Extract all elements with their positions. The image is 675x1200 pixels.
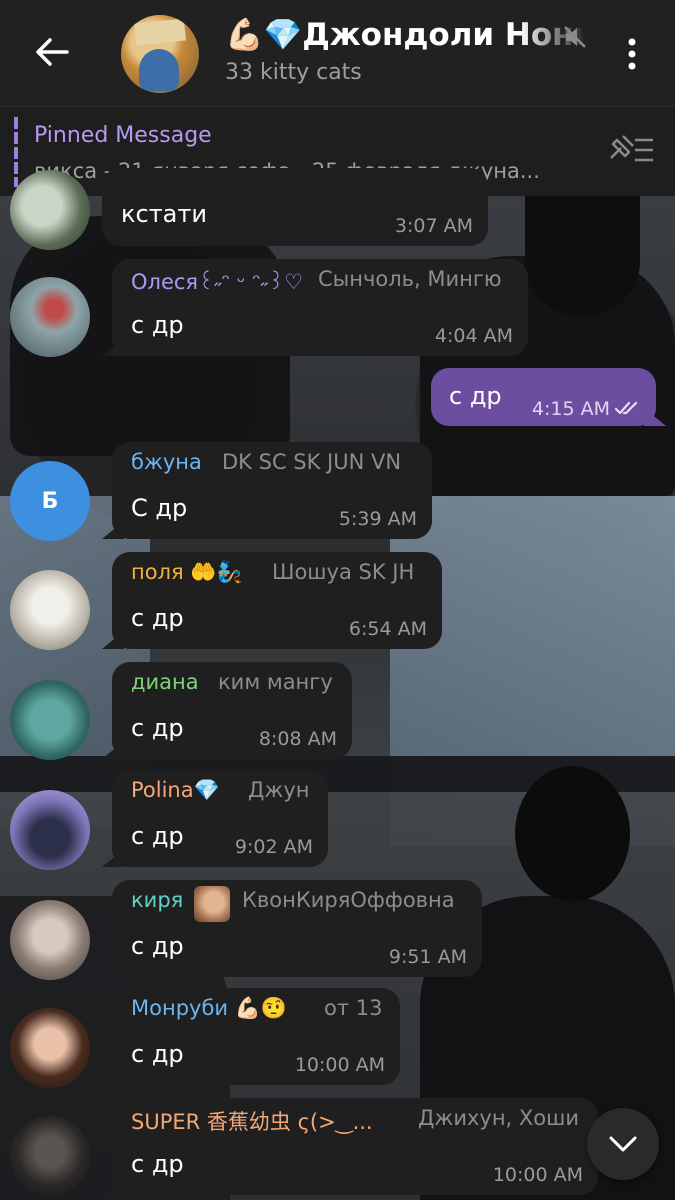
message-bubble[interactable]: SUPER 香蕉幼虫 ς(>‿... Джихун, Хоши с др 10:…	[102, 1098, 598, 1195]
chat-header: 💪🏻💎Джондоли Нони 33 kitty cats	[0, 0, 675, 106]
chevron-down-icon	[609, 1136, 637, 1152]
sender-rank: Сынчоль, Мингю	[318, 267, 502, 291]
more-vertical-icon	[628, 38, 636, 70]
pinned-label: Pinned Message	[34, 123, 212, 148]
message-text: с др	[131, 1150, 184, 1178]
sender-name[interactable]: бжуна	[131, 450, 202, 474]
message-bubble[interactable]: киря КвонКиряОффовна с др 9:51 AM	[102, 880, 482, 977]
sender-name[interactable]: Олеся꒰˶ᵔ ᵕ ᵔ˶꒱♡	[131, 267, 303, 295]
chat-title[interactable]: 💪🏻💎Джондоли Нони	[225, 16, 585, 58]
more-menu-button[interactable]	[612, 30, 652, 78]
sender-avatar[interactable]	[10, 170, 90, 250]
message-time: 10:00 AM	[492, 1164, 583, 1186]
message-text: с др	[449, 382, 502, 410]
sender-rank: от 13	[324, 996, 383, 1020]
scroll-to-bottom-button[interactable]	[587, 1108, 659, 1180]
sender-name[interactable]: киря	[131, 888, 183, 912]
message-time: 5:39 AM	[338, 508, 417, 530]
message-time: 9:02 AM	[234, 836, 313, 858]
member-count: 33 kitty cats	[225, 60, 362, 85]
sender-rank: Джун	[248, 778, 310, 802]
sticker-icon	[194, 886, 230, 922]
message-time: 6:54 AM	[348, 618, 427, 640]
message-bubble[interactable]: Монруби 💪🏻🤨 от 13 с др 10:00 AM	[102, 988, 400, 1085]
sender-name[interactable]: поля 🤲🧞	[131, 560, 243, 585]
arrow-left-icon	[36, 38, 69, 66]
sender-name[interactable]: Монруби 💪🏻🤨	[131, 996, 287, 1021]
sender-name[interactable]: SUPER 香蕉幼虫 ς(>‿...	[131, 1106, 373, 1136]
message-time: 4:04 AM	[434, 325, 513, 347]
message-text: с др	[131, 1040, 184, 1068]
message-time: 4:15 AM	[531, 398, 610, 420]
sender-avatar[interactable]	[10, 1116, 90, 1196]
sender-rank: DK SC SK JUN VN	[222, 450, 402, 474]
message-time: 9:51 AM	[388, 946, 467, 968]
message-text: с др	[131, 822, 184, 850]
sender-avatar[interactable]: Б	[10, 461, 90, 541]
sender-name[interactable]: Polina💎	[131, 778, 220, 803]
avatar-letter: Б	[41, 488, 59, 514]
message-bubble[interactable]: диана ким мангу с др 8:08 AM	[102, 662, 352, 759]
sender-rank: ким мангу	[218, 670, 333, 694]
mute-icon	[564, 26, 586, 48]
sender-avatar[interactable]	[10, 900, 90, 980]
sender-avatar[interactable]	[10, 680, 90, 760]
message-text: кстати	[121, 200, 207, 228]
pinned-list-icon[interactable]	[605, 128, 657, 172]
message-text: с др	[131, 604, 184, 632]
sender-name[interactable]: диана	[131, 670, 199, 694]
sender-avatar[interactable]	[10, 570, 90, 650]
sender-rank: КвонКиряОффовна	[242, 888, 455, 912]
message-text: с др	[131, 932, 184, 960]
sender-avatar[interactable]	[10, 790, 90, 870]
message-bubble[interactable]: кстати 3:07 AM	[102, 168, 488, 246]
message-bubble[interactable]: Олеся꒰˶ᵔ ᵕ ᵔ˶꒱♡ Сынчоль, Мингю с др 4:04…	[102, 259, 528, 356]
message-bubble[interactable]: поля 🤲🧞 Шошуа SK JH с др 6:54 AM	[102, 552, 442, 649]
sender-rank: Джихун, Хоши	[418, 1106, 580, 1130]
pinned-indicator	[14, 117, 18, 187]
message-bubble[interactable]: Polina💎 Джун с др 9:02 AM	[102, 770, 328, 867]
sender-avatar[interactable]	[10, 277, 90, 357]
back-button[interactable]	[28, 28, 76, 76]
read-checkmarks-icon	[614, 401, 638, 415]
message-text: с др	[131, 311, 184, 339]
sender-avatar[interactable]	[10, 1008, 90, 1088]
outgoing-message-bubble[interactable]: с др 4:15 AM	[431, 368, 666, 426]
message-time: 10:00 AM	[294, 1054, 385, 1076]
message-bubble[interactable]: бжуна DK SC SK JUN VN С др 5:39 AM	[102, 442, 432, 539]
message-time: 8:08 AM	[258, 728, 337, 750]
message-text: с др	[131, 714, 184, 742]
message-text: С др	[131, 494, 188, 522]
sender-rank: Шошуа SK JH	[272, 560, 415, 584]
chat-avatar[interactable]	[121, 15, 199, 93]
message-time: 3:07 AM	[394, 215, 473, 237]
